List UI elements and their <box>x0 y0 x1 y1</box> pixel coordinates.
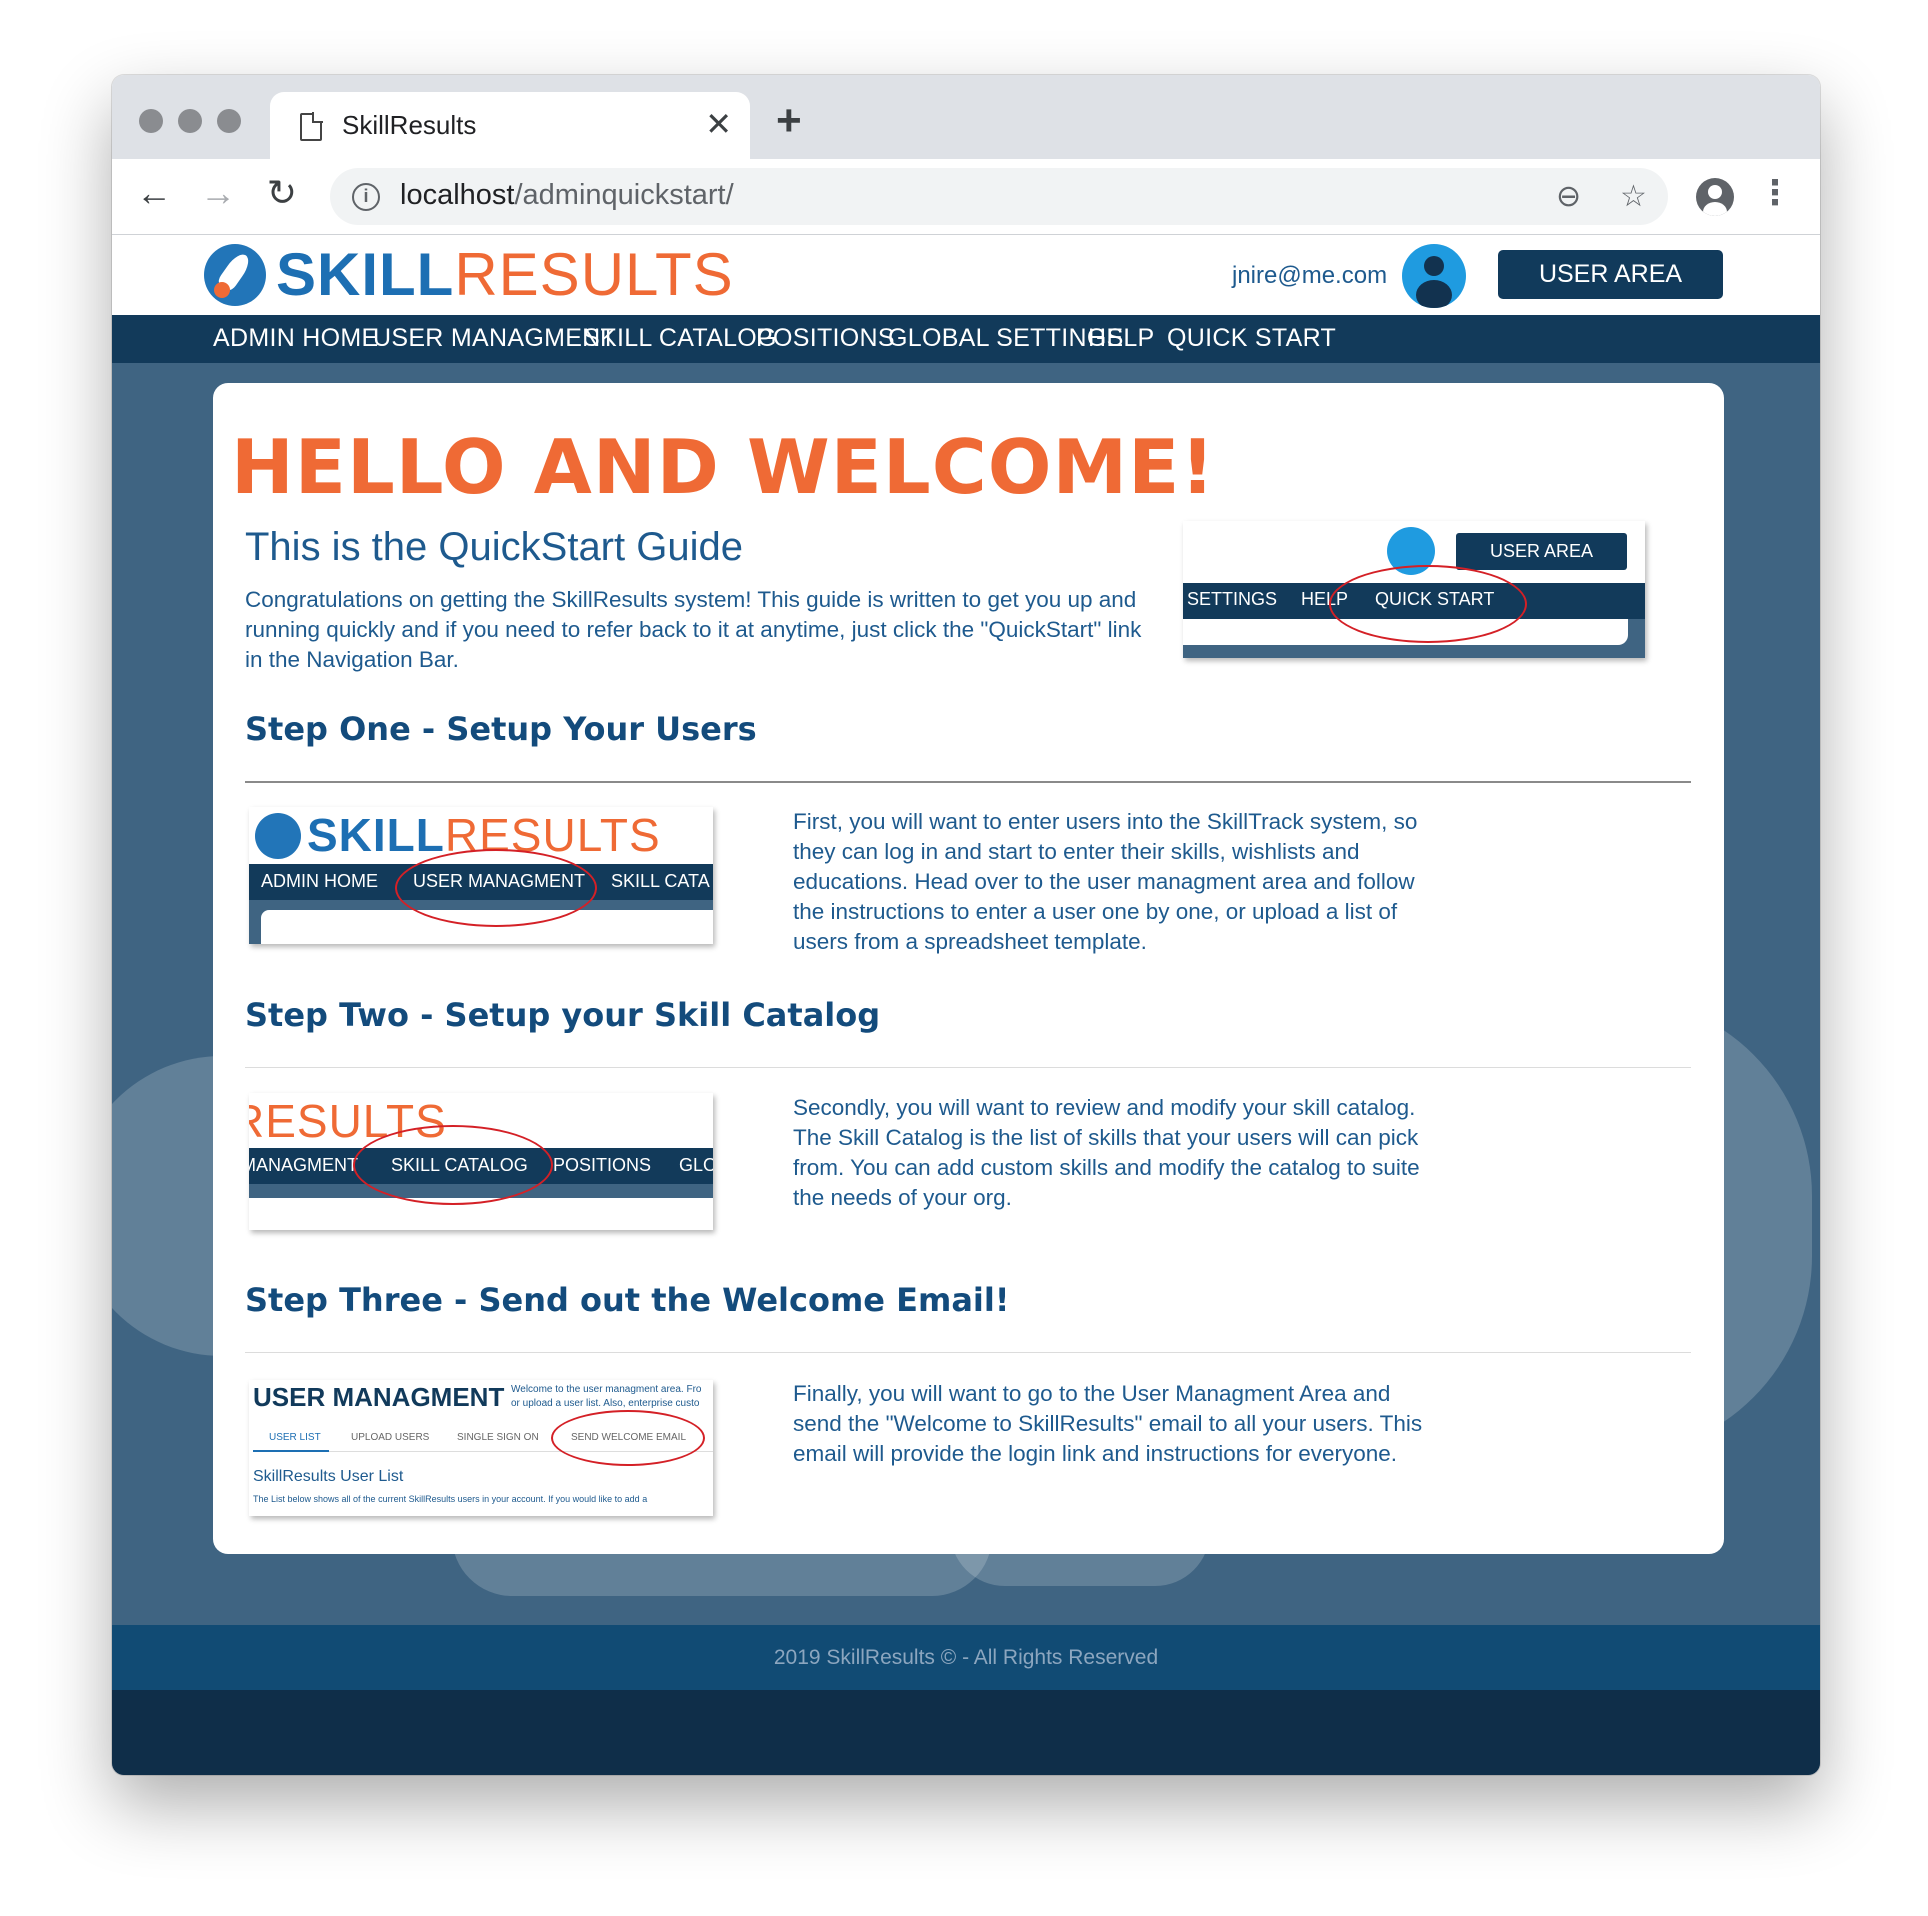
minimize-window-button[interactable] <box>178 109 202 133</box>
quickstart-nav-screenshot: USER AREA SETTINGS HELP QUICK START <box>1183 521 1645 658</box>
thumb-logo-skill: SKILL <box>307 809 445 861</box>
profile-icon[interactable] <box>1696 178 1734 216</box>
highlight-ring <box>353 1125 553 1205</box>
thumb-nav-item: GLO <box>679 1155 713 1175</box>
nav-help[interactable]: HELP <box>1088 324 1155 353</box>
step-one-title: Step One - Setup Your Users <box>245 710 757 748</box>
nav-admin-home[interactable]: ADMIN HOME <box>213 324 379 353</box>
user-area-button[interactable]: USER AREA <box>1498 250 1723 299</box>
user-managment-screenshot: SKILLRESULTS ADMIN HOME USER MANAGMENT S… <box>249 807 713 944</box>
highlight-ring <box>1329 565 1527 643</box>
thumb-active-tab-underline <box>253 1450 329 1452</box>
divider <box>245 1067 1691 1068</box>
thumb-nav-item: ADMIN HOME <box>261 871 378 891</box>
thumb-list-text: The List below shows all of the current … <box>253 1494 648 1504</box>
nav-positions[interactable]: POSITIONS <box>756 324 895 353</box>
thumb-blurb: or upload a user list. Also, enterprise … <box>511 1398 700 1409</box>
logo-skill-text: SKILL <box>276 241 455 308</box>
divider <box>245 1352 1691 1353</box>
step-two-title: Step Two - Setup your Skill Catalog <box>245 996 881 1034</box>
site-footer: 2019 SkillResults © - All Rights Reserve… <box>112 1625 1820 1690</box>
logo-results-text: RESULTS <box>454 241 734 308</box>
close-window-button[interactable] <box>139 109 163 133</box>
maximize-window-button[interactable] <box>217 109 241 133</box>
url-text[interactable]: localhost/adminquickstart/ <box>400 179 734 212</box>
user-email: jnire@me.com <box>1232 262 1388 289</box>
tab-title: SkillResults <box>342 110 477 140</box>
tab-strip: SkillResults ✕ + <box>112 75 1820 160</box>
thumb-nav-item: SETTINGS <box>1187 589 1278 609</box>
highlight-ring <box>395 849 597 927</box>
user-avatar-icon[interactable] <box>1402 244 1466 308</box>
footer-bottom-band <box>112 1690 1820 1775</box>
thumb-nav-item: MANAGMENT <box>249 1155 358 1175</box>
bookmark-star-icon[interactable]: ☆ <box>1620 178 1647 216</box>
document-icon <box>300 112 323 141</box>
step-two-text: Secondly, you will want to review and mo… <box>793 1095 1420 1210</box>
new-tab-button[interactable]: + <box>776 97 802 145</box>
nav-quick-start[interactable]: QUICK START <box>1167 324 1336 353</box>
nav-user-managment[interactable]: USER MANAGMENT <box>373 324 616 353</box>
thumb-rocket-icon <box>255 813 301 859</box>
step-three-title: Step Three - Send out the Welcome Email! <box>245 1281 1010 1319</box>
close-tab-icon[interactable]: ✕ <box>705 104 732 144</box>
thumb-blurb: Welcome to the user managment area. Fro <box>511 1384 702 1395</box>
step-one-text: First, you will want to enter users into… <box>793 809 1418 954</box>
guide-title: This is the QuickStart Guide <box>245 525 743 569</box>
browser-tab[interactable]: SkillResults ✕ <box>270 92 750 160</box>
info-icon[interactable]: i <box>352 183 380 211</box>
zoom-out-icon[interactable]: ⊖ <box>1556 178 1581 216</box>
back-icon[interactable]: ← <box>132 171 176 215</box>
thumb-user-area-button: USER AREA <box>1456 533 1627 570</box>
send-welcome-email-screenshot: USER MANAGMENT Welcome to the user manag… <box>249 1380 713 1516</box>
thumb-tab-single-sign-on: SINGLE SIGN ON <box>457 1432 539 1443</box>
site-logo[interactable]: SKILLRESULTS <box>276 236 734 314</box>
step-three-text: Finally, you will want to go to the User… <box>793 1381 1423 1466</box>
browser-toolbar: ← → ↻ i localhost/adminquickstart/ ⊖ ☆ ⋮ <box>112 159 1820 235</box>
forward-icon[interactable]: → <box>196 171 240 215</box>
url-path: /adminquickstart/ <box>514 179 734 211</box>
highlight-ring <box>551 1410 705 1466</box>
thumb-nav-item: SKILL CATA <box>611 871 710 891</box>
content-card: HELLO AND WELCOME! This is the QuickStar… <box>213 383 1724 1554</box>
divider <box>245 781 1691 783</box>
rocket-logo-icon[interactable] <box>204 244 266 306</box>
url-host: localhost <box>400 179 515 211</box>
thumb-tab-upload-users: UPLOAD USERS <box>351 1432 430 1443</box>
browser-menu-icon[interactable]: ⋮ <box>1758 171 1792 215</box>
page-viewport: SKILLRESULTS jnire@me.com USER AREA ADMI… <box>112 236 1820 1775</box>
thumb-tab-user-list: USER LIST <box>269 1432 321 1443</box>
site-header: SKILLRESULTS jnire@me.com USER AREA <box>112 236 1820 315</box>
main-navigation: ADMIN HOME USER MANAGMENT SKILL CATALOG … <box>112 315 1820 363</box>
page-title: HELLO AND WELCOME! <box>231 423 1216 511</box>
browser-window: SkillResults ✕ + ← → ↻ i localhost/admin… <box>112 75 1820 1775</box>
reload-icon[interactable]: ↻ <box>260 171 304 215</box>
address-bar[interactable]: i localhost/adminquickstart/ ⊖ ☆ <box>330 168 1668 225</box>
skill-catalog-screenshot: RESULTS MANAGMENT SKILL CATALOG POSITION… <box>249 1093 713 1230</box>
guide-intro-text: Congratulations on getting the SkillResu… <box>245 587 1142 672</box>
nav-skill-catalog[interactable]: SKILL CATALOG <box>583 324 777 353</box>
thumb-nav-item: POSITIONS <box>553 1155 652 1175</box>
thumb-list-title: SkillResults User List <box>253 1468 404 1485</box>
thumb-heading: USER MANAGMENT <box>253 1382 505 1412</box>
